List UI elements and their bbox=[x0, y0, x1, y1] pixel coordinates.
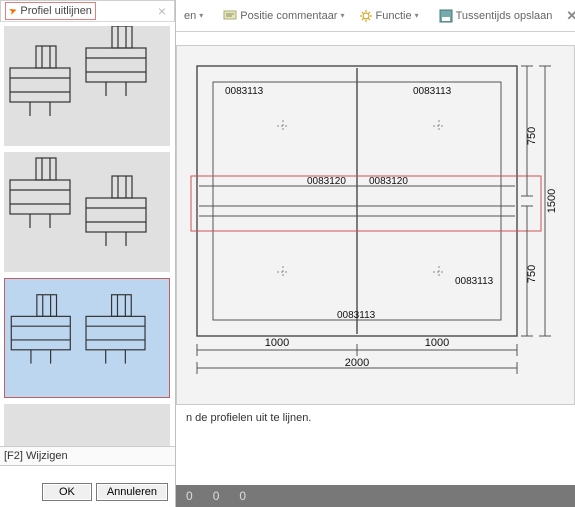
close-icon[interactable]: × bbox=[154, 3, 170, 19]
align-profiles-panel: ➤ Profiel uitlijnen × bbox=[0, 0, 176, 507]
profile-option-2[interactable] bbox=[4, 152, 170, 272]
ok-button[interactable]: OK bbox=[42, 483, 92, 501]
dim-bot-total: 2000 bbox=[345, 357, 369, 369]
thumbnail-list bbox=[0, 22, 175, 446]
toolbar-position-comment[interactable]: Positie commentaar ▾ bbox=[219, 9, 348, 23]
toolbar-item-label: en bbox=[184, 10, 196, 22]
title-highlight-box: ➤ Profiel uitlijnen bbox=[5, 2, 96, 20]
main-area: en ▾ Positie commentaar ▾ Functie ▾ Tuss… bbox=[176, 0, 575, 507]
arrow-icon: ➤ bbox=[7, 4, 19, 17]
profile-option-4-partial[interactable] bbox=[4, 404, 170, 446]
chevron-down-icon: ▾ bbox=[415, 11, 419, 20]
gear-icon bbox=[359, 9, 373, 23]
f2-hint-bar: [F2] Wijzigen bbox=[0, 446, 175, 466]
toolbar: en ▾ Positie commentaar ▾ Functie ▾ Tuss… bbox=[176, 0, 575, 32]
toolbar-item-label: Functie bbox=[376, 10, 412, 22]
dim-right-top: 750 bbox=[526, 127, 538, 145]
instruction-text-partial: n de profielen uit te lijnen. bbox=[186, 412, 311, 424]
dim-bot-right: 1000 bbox=[425, 337, 449, 349]
status-value-b: 0 bbox=[213, 489, 220, 503]
label-mid-right: 0083120 bbox=[369, 176, 408, 187]
chevron-down-icon: ▾ bbox=[340, 11, 344, 20]
label-top-right: 0083113 bbox=[413, 86, 452, 97]
cancel-button[interactable]: Annuleren bbox=[96, 483, 168, 501]
dim-right-total: 1500 bbox=[546, 189, 558, 213]
status-value-a: 0 bbox=[186, 489, 193, 503]
f2-hint-text: [F2] Wijzigen bbox=[4, 450, 68, 462]
dialog-titlebar: ➤ Profiel uitlijnen × bbox=[0, 0, 175, 22]
dialog-buttons: OK Annuleren bbox=[0, 483, 176, 501]
toolbar-item-truncated[interactable]: en ▾ bbox=[180, 10, 207, 22]
toolbar-element-input[interactable]: ✕ Elementingave bbox=[562, 8, 575, 24]
drawing-canvas[interactable]: 0083113 0083113 0083120 0083120 0083113 … bbox=[176, 45, 575, 405]
save-icon bbox=[439, 9, 453, 23]
label-top-left: 0083113 bbox=[225, 86, 264, 97]
label-mid-left: 0083120 bbox=[307, 176, 346, 187]
dialog-title: Profiel uitlijnen bbox=[20, 5, 92, 17]
chevron-down-icon: ▾ bbox=[199, 11, 203, 20]
profile-option-3-selected[interactable] bbox=[4, 278, 170, 398]
label-bot-center: 0083113 bbox=[337, 310, 376, 321]
status-bar: 0 0 0 bbox=[176, 485, 575, 507]
profile-option-1[interactable] bbox=[4, 26, 170, 146]
dim-bot-left: 1000 bbox=[265, 337, 289, 349]
toolbar-save[interactable]: Tussentijds opslaan bbox=[435, 9, 557, 23]
toolbar-function[interactable]: Functie ▾ bbox=[355, 9, 423, 23]
toolbar-item-label: Tussentijds opslaan bbox=[456, 10, 553, 22]
dim-right-bot: 750 bbox=[526, 265, 538, 283]
comment-icon bbox=[223, 9, 237, 23]
label-bot-right-side: 0083113 bbox=[455, 276, 494, 287]
status-value-c: 0 bbox=[239, 489, 246, 503]
toolbar-item-label: Positie commentaar bbox=[240, 10, 337, 22]
close-icon: ✕ bbox=[566, 8, 575, 24]
